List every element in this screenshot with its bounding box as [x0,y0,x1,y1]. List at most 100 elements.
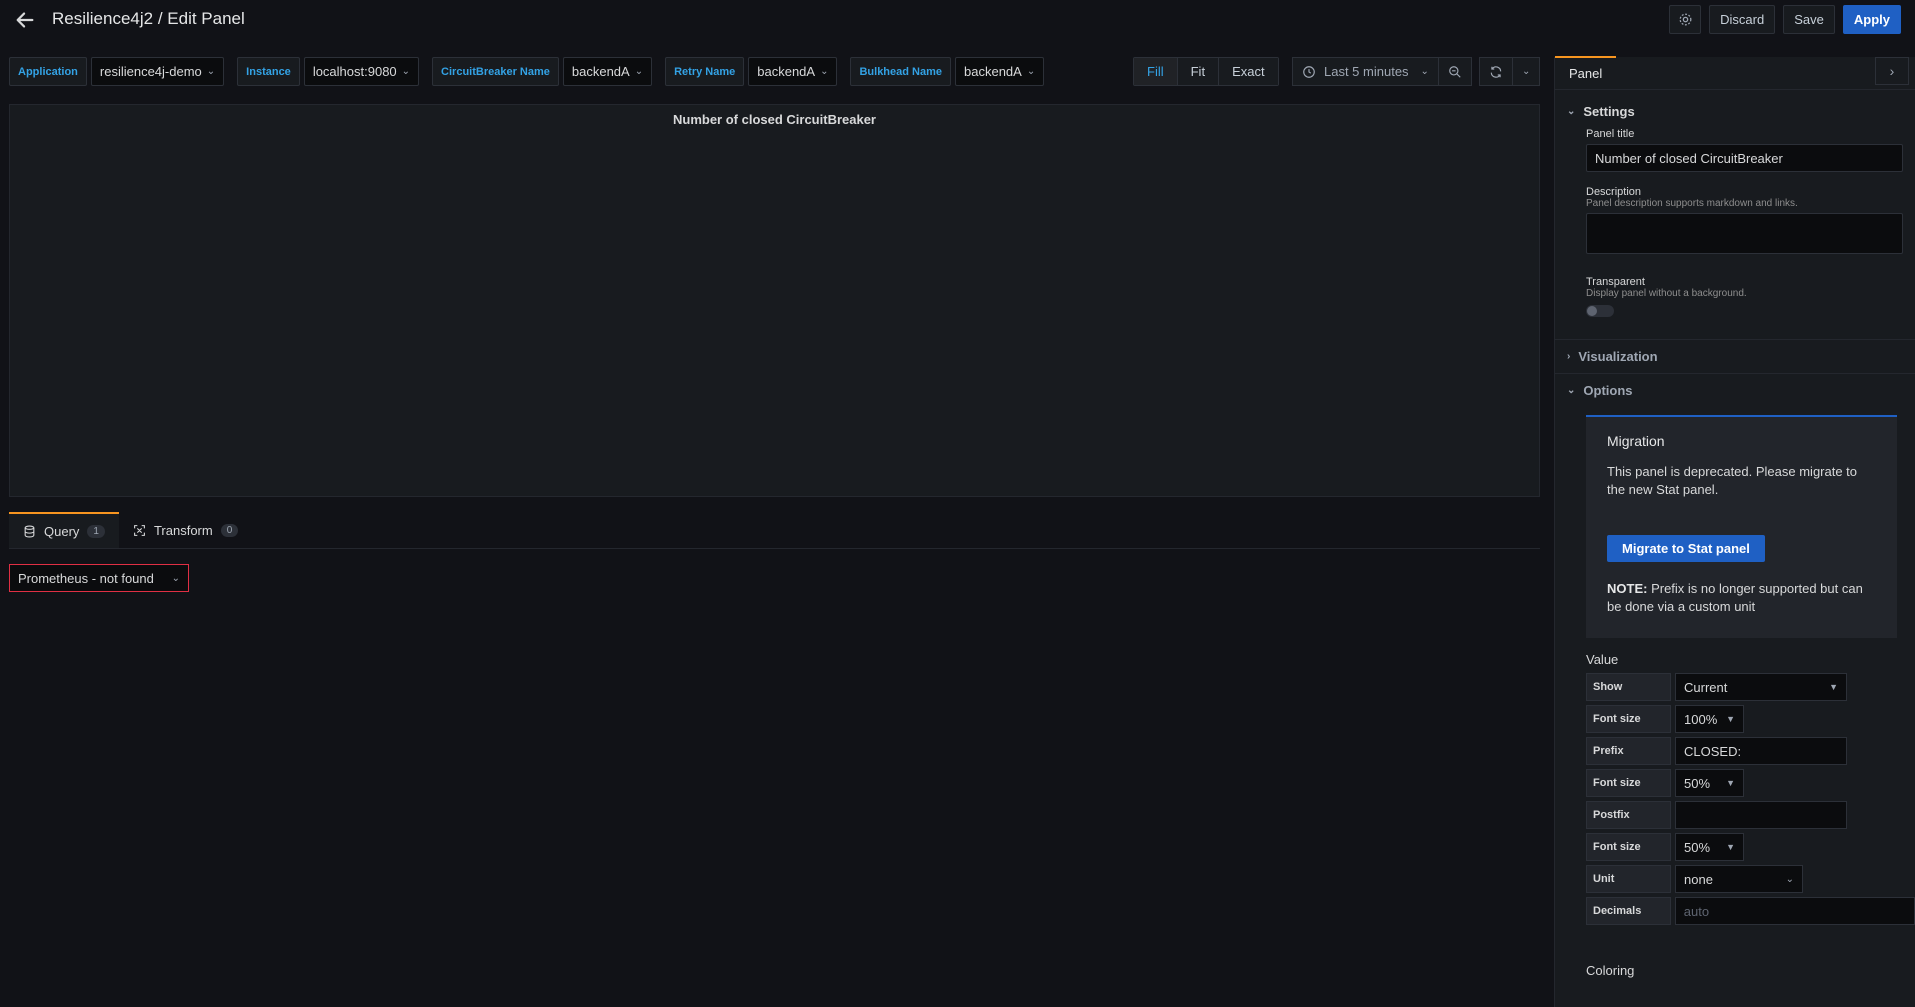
tab-label: Transform [153,522,213,538]
chevron-right-icon: › [1889,63,1895,79]
chevron-down-icon: ⌄ [1522,66,1531,77]
options-section-header[interactable]: ⌄ Options [1555,373,1915,407]
field-help: Panel description supports markdown and … [1586,198,1798,209]
migration-title: Migration [1607,433,1665,449]
time-range-button[interactable]: Last 5 minutes ⌄ [1292,57,1439,86]
options-pane-header: Panel › [1555,56,1915,90]
value-options: Value Show Current ▼ Font size 100% ▼ Pref… [1555,652,1915,978]
time-range-label: Last 5 minutes [1324,64,1409,79]
value-row-decimals: Decimals auto [1586,897,1915,925]
migration-callout: Migration This panel is deprecated. Plea… [1586,415,1897,638]
transparent-toggle[interactable] [1586,305,1614,317]
template-variables: Application resilience4j-demo ⌄ Instance … [9,57,1057,86]
variable-select[interactable]: backendA ⌄ [955,57,1045,86]
row-label: Postfix [1586,801,1671,829]
panel-preview: Number of closed CircuitBreaker [9,104,1540,497]
row-label: Font size [1586,769,1671,797]
chevron-down-icon: ⌄ [1026,66,1036,77]
settings-section-header[interactable]: ⌄ Settings [1555,94,1915,128]
prefix-font-size-select[interactable]: 50% ▼ [1675,769,1744,797]
tab-count-badge: 0 [220,523,239,537]
save-button[interactable]: Save [1783,5,1835,34]
caret-down-icon: ▼ [1829,682,1838,692]
refresh-button[interactable] [1479,57,1513,86]
variable-value: localhost:9080 [312,64,397,79]
chevron-down-icon: ⌄ [820,66,829,77]
query-tabs: Query 1 Transform 0 [9,512,252,548]
postfix-input[interactable] [1675,801,1847,829]
row-label: Font size [1586,833,1671,861]
variable-instance: Instance localhost:9080 ⌄ [237,57,420,86]
field-label: Description [1586,186,1642,198]
row-label: Decimals [1586,897,1671,925]
chevron-down-icon: ⌄ [634,66,644,77]
variable-value: backendA [571,64,630,79]
unit-select[interactable]: none ⌄ [1675,865,1803,893]
value-row-font-size: Font size 100% ▼ [1586,705,1915,733]
discard-button[interactable]: Discard [1709,5,1776,34]
variable-select[interactable]: resilience4j-demo ⌄ [90,57,225,86]
view-mode-fit[interactable]: Fit [1177,58,1220,85]
row-label: Font size [1586,705,1671,733]
panel-title: Number of closed CircuitBreaker [672,112,876,127]
field-label: Transparent [1586,276,1645,288]
top-actions: Discard Save Apply [1669,5,1901,34]
font-size-select[interactable]: 100% ▼ [1675,705,1744,733]
transform-icon [134,524,145,536]
variable-label: Retry Name [665,57,745,86]
tab-transform[interactable]: Transform 0 [119,512,252,548]
variable-select[interactable]: localhost:9080 ⌄ [303,57,420,86]
variable-bulkhead: Bulkhead Name backendA ⌄ [850,57,1045,86]
datasource-picker[interactable]: Prometheus - not found ⌄ [9,564,189,592]
select-value: none [1684,871,1713,887]
panel-title-field: Panel title Number of closed CircuitBrea… [1555,128,1915,172]
value-row-unit: Unit none ⌄ [1586,865,1915,893]
field-help: Display panel without a background. [1586,288,1747,299]
panel-title-input[interactable]: Number of closed CircuitBreaker [1586,144,1903,172]
clock-icon [1303,65,1315,78]
chevron-down-icon: ⌄ [1567,105,1576,117]
zoom-out-button[interactable] [1438,57,1472,86]
caret-down-icon: ▼ [1726,714,1735,724]
chevron-down-icon: ⌄ [171,572,180,584]
variable-circuitbreaker: CircuitBreaker Name backendA ⌄ [432,57,653,86]
view-mode-fill[interactable]: Fill [1134,58,1178,85]
decimals-input[interactable]: auto [1674,897,1915,925]
variable-select[interactable]: backendA ⌄ [748,57,838,86]
tab-count-badge: 1 [87,524,105,538]
page-title: Resilience4j2 / Edit Panel [52,9,245,28]
coloring-heading: Coloring [1586,963,1635,978]
refresh-interval-button[interactable]: ⌄ [1513,57,1541,86]
prefix-input[interactable]: CLOSED: [1675,737,1847,765]
zoom-out-icon [1449,65,1461,78]
value-row-prefix: Prefix CLOSED: [1586,737,1915,765]
apply-button[interactable]: Apply [1842,5,1901,34]
description-textarea[interactable] [1586,213,1903,254]
row-label: Show [1586,673,1671,701]
arrow-left-icon[interactable] [14,9,36,31]
transparent-field: Transparent Display panel without a back… [1555,276,1915,339]
variable-label: CircuitBreaker Name [432,57,559,86]
variable-label: Bulkhead Name [850,57,951,86]
view-mode-exact[interactable]: Exact [1219,58,1278,85]
view-mode-group: Fill Fit Exact [1133,57,1279,86]
show-select[interactable]: Current ▼ [1675,673,1847,701]
postfix-font-size-select[interactable]: 50% ▼ [1675,833,1744,861]
chevron-down-icon: ⌄ [206,66,216,77]
gear-icon [1679,13,1692,26]
migration-text: This panel is deprecated. Please migrate… [1607,464,1858,497]
collapse-pane-button[interactable]: › [1875,57,1909,85]
refresh-picker: ⌄ [1479,57,1541,86]
tab-label: Query [44,523,80,539]
variable-label: Application [9,57,87,86]
visualization-section-header[interactable]: › Visualization [1555,339,1915,373]
variable-select[interactable]: backendA ⌄ [562,57,653,86]
field-label: Panel title [1586,128,1635,140]
variable-retry: Retry Name backendA ⌄ [665,57,838,86]
value-row-postfix-font-size: Font size 50% ▼ [1586,833,1915,861]
tab-query[interactable]: Query 1 [9,512,119,548]
migrate-to-stat-button[interactable]: Migrate to Stat panel [1607,535,1765,562]
row-label: Unit [1586,865,1671,893]
settings-button[interactable] [1669,5,1702,34]
tab-panel[interactable]: Panel [1555,56,1617,89]
